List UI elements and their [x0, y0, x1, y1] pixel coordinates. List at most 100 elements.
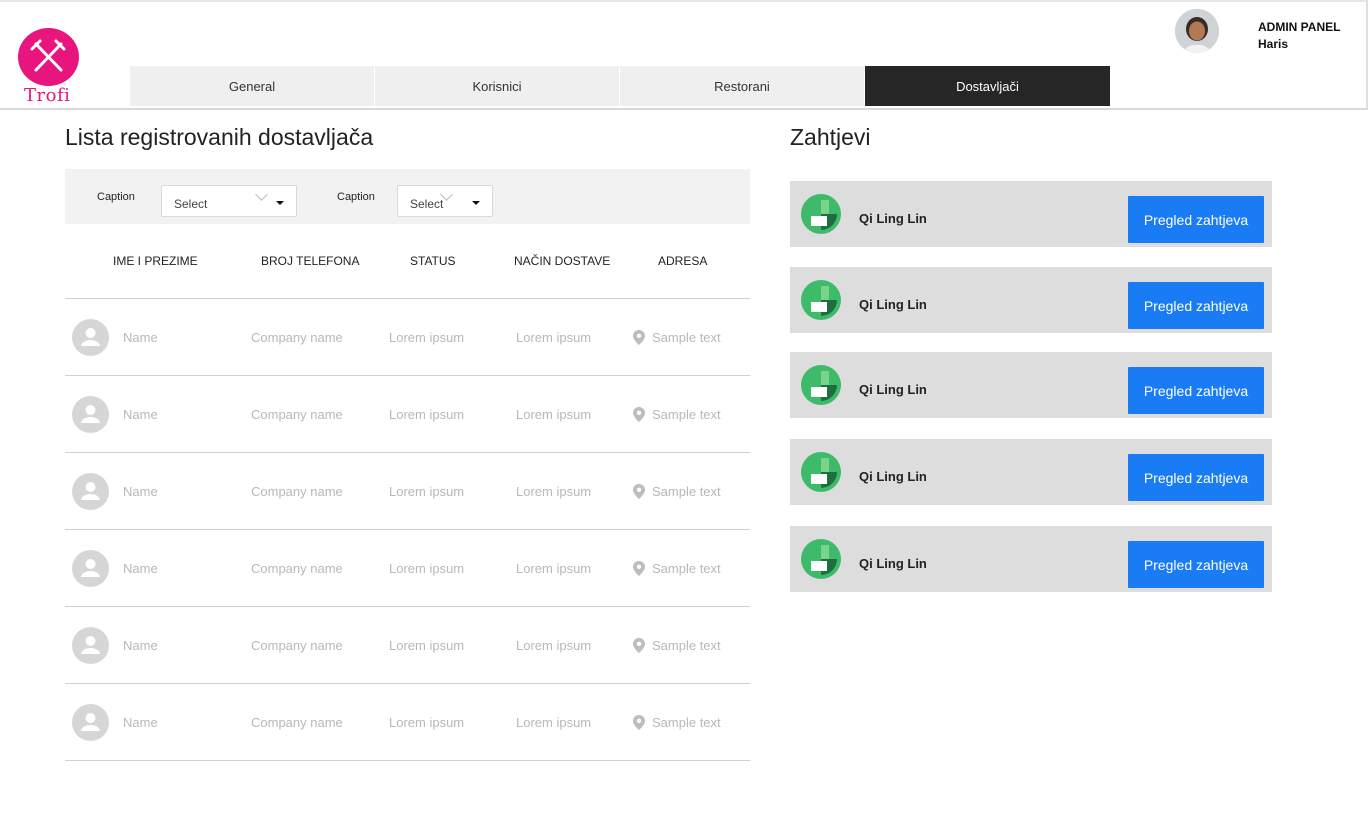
row-delivery: Lorem ipsum [516, 638, 592, 653]
requests-title: Zahtjevi [790, 124, 871, 150]
review-request-button[interactable]: Pregled zahtjeva [1128, 196, 1264, 243]
request-name: Qi Ling Lin [859, 469, 927, 484]
review-request-button[interactable]: Pregled zahtjeva [1128, 282, 1264, 329]
user-avatar[interactable] [1175, 9, 1219, 53]
map-pin-icon [633, 484, 645, 504]
tab-general[interactable]: General [130, 66, 375, 106]
row-delivery: Lorem ipsum [516, 484, 592, 499]
column-header-status: STATUS [410, 254, 456, 268]
column-header-name: IME I PREZIME [113, 254, 198, 268]
row-status: Lorem ipsum [389, 407, 465, 422]
row-address: Sample text [652, 638, 721, 653]
row-phone: Company name [251, 407, 343, 422]
request-card: Qi Ling Lin Pregled zahtjeva [790, 352, 1272, 418]
admin-panel-label: ADMIN PANEL [1258, 20, 1341, 34]
row-phone: Company name [251, 330, 343, 345]
row-address: Sample text [652, 561, 721, 576]
column-header-address: ADRESA [658, 254, 708, 268]
row-delivery: Lorem ipsum [516, 330, 592, 345]
courier-avatar-icon [801, 194, 841, 234]
row-status: Lorem ipsum [389, 638, 465, 653]
tab-korisnici[interactable]: Korisnici [375, 66, 620, 106]
table-row[interactable]: Name Company name Lorem ipsum Lorem ipsu… [65, 607, 750, 683]
filter-select-1-value: Select [174, 197, 208, 211]
row-phone: Company name [251, 638, 343, 653]
review-request-button[interactable]: Pregled zahtjeva [1128, 454, 1264, 501]
map-pin-icon [633, 561, 645, 581]
courier-avatar-icon [801, 539, 841, 579]
courier-avatar-icon [801, 452, 841, 492]
review-request-button[interactable]: Pregled zahtjeva [1128, 541, 1264, 588]
courier-avatar-icon [801, 365, 841, 405]
filter-bar: Caption Select Caption Select [65, 169, 750, 224]
table-row[interactable]: Name Company name Lorem ipsum Lorem ipsu… [65, 299, 750, 375]
table-row[interactable]: Name Company name Lorem ipsum Lorem ipsu… [65, 376, 750, 452]
table-divider [65, 760, 750, 761]
caret-down-icon [276, 201, 284, 205]
user-avatar-icon [72, 550, 109, 587]
row-name: Name [123, 638, 158, 653]
row-name: Name [123, 561, 158, 576]
row-delivery: Lorem ipsum [516, 561, 592, 576]
row-status: Lorem ipsum [389, 330, 465, 345]
request-name: Qi Ling Lin [859, 382, 927, 397]
row-address: Sample text [652, 330, 721, 345]
row-address: Sample text [652, 715, 721, 730]
brand-logo[interactable]: Trofi [18, 28, 80, 108]
user-avatar-icon [72, 473, 109, 510]
user-panel: ADMIN PANEL Haris [1258, 19, 1340, 53]
fork-knife-icon [18, 28, 79, 86]
map-pin-icon [633, 330, 645, 350]
row-delivery: Lorem ipsum [516, 715, 592, 730]
row-name: Name [123, 407, 158, 422]
row-status: Lorem ipsum [389, 561, 465, 576]
request-card: Qi Ling Lin Pregled zahtjeva [790, 526, 1272, 592]
request-card: Qi Ling Lin Pregled zahtjeva [790, 267, 1272, 333]
request-name: Qi Ling Lin [859, 211, 927, 226]
delivery-list-title: Lista registrovanih dostavljača [65, 124, 374, 150]
user-avatar-icon [72, 704, 109, 741]
row-phone: Company name [251, 561, 343, 576]
row-name: Name [123, 715, 158, 730]
request-name: Qi Ling Lin [859, 556, 927, 571]
user-name: Haris [1258, 37, 1289, 51]
review-request-button[interactable]: Pregled zahtjeva [1128, 367, 1264, 414]
user-avatar-icon [72, 627, 109, 664]
tab-dostavljaci[interactable]: Dostavljači [865, 66, 1111, 106]
row-name: Name [123, 330, 158, 345]
column-header-delivery: NAČIN DOSTAVE [514, 254, 611, 268]
filter-caption-2: Caption [337, 191, 375, 203]
row-address: Sample text [652, 484, 721, 499]
filter-select-2[interactable]: Select [397, 185, 493, 217]
main-tabs: General Korisnici Restorani Dostavljači [130, 66, 1111, 106]
request-card: Qi Ling Lin Pregled zahtjeva [790, 439, 1272, 505]
user-avatar-icon [72, 319, 109, 356]
row-phone: Company name [251, 715, 343, 730]
table-row[interactable]: Name Company name Lorem ipsum Lorem ipsu… [65, 453, 750, 529]
courier-avatar-icon [801, 280, 841, 320]
filter-caption-1: Caption [97, 191, 135, 203]
chevron-down-icon [255, 188, 268, 201]
table-row[interactable]: Name Company name Lorem ipsum Lorem ipsu… [65, 684, 750, 760]
tab-restorani[interactable]: Restorani [620, 66, 865, 106]
row-status: Lorem ipsum [389, 484, 465, 499]
header-divider [0, 108, 1366, 110]
row-address: Sample text [652, 407, 721, 422]
row-phone: Company name [251, 484, 343, 499]
filter-select-1[interactable]: Select [161, 185, 297, 217]
row-name: Name [123, 484, 158, 499]
filter-select-2-value: Select [410, 197, 444, 211]
request-name: Qi Ling Lin [859, 297, 927, 312]
top-border [0, 0, 1368, 2]
row-status: Lorem ipsum [389, 715, 465, 730]
brand-name: Trofi [24, 85, 71, 106]
map-pin-icon [633, 407, 645, 427]
map-pin-icon [633, 715, 645, 735]
user-avatar-icon [72, 396, 109, 433]
column-header-phone: BROJ TELEFONA [261, 254, 360, 268]
map-pin-icon [633, 638, 645, 658]
caret-down-icon [472, 201, 480, 205]
row-delivery: Lorem ipsum [516, 407, 592, 422]
table-row[interactable]: Name Company name Lorem ipsum Lorem ipsu… [65, 530, 750, 606]
request-card: Qi Ling Lin Pregled zahtjeva [790, 181, 1272, 247]
